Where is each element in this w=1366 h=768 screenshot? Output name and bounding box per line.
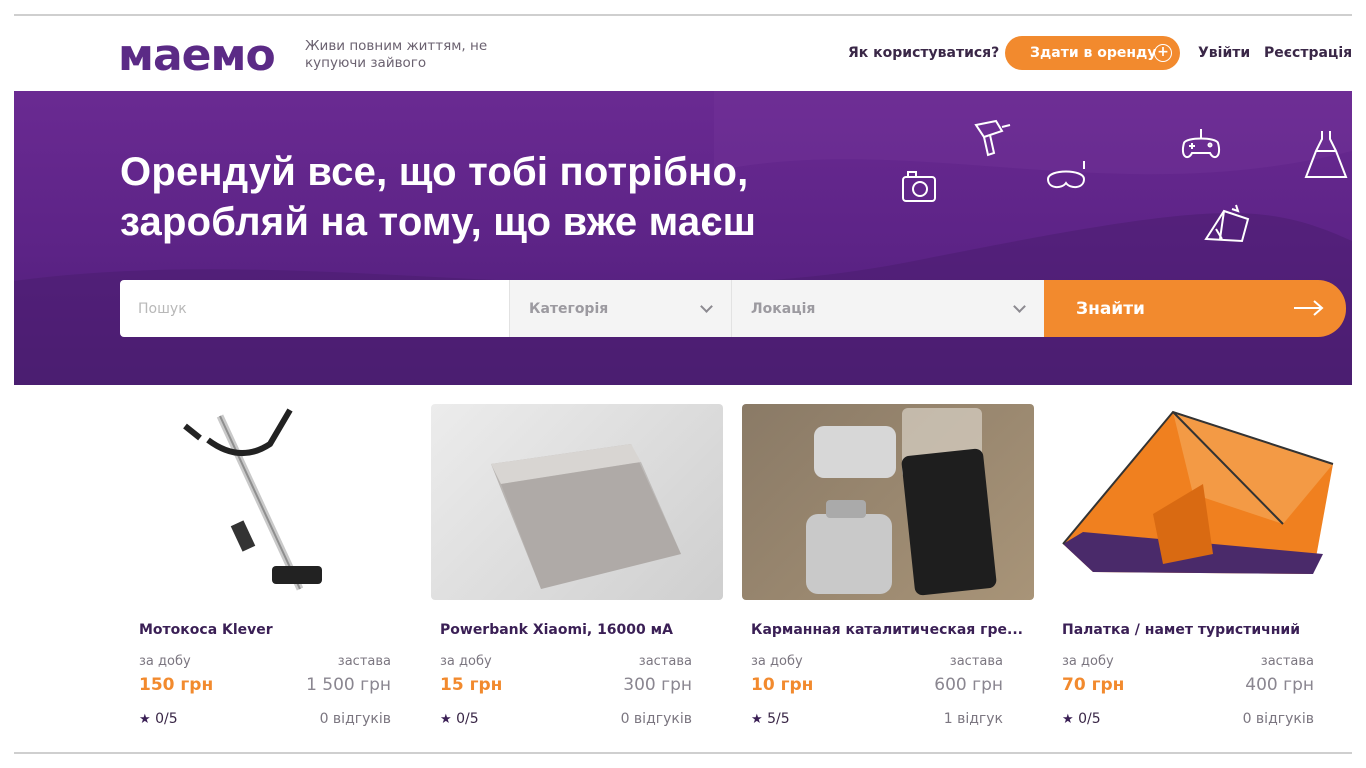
hero-title-line-2: заробляй на тому, що вже маєш (120, 200, 757, 244)
product-title[interactable]: Мотокоса Klever (139, 622, 273, 638)
location-select[interactable]: Локація (731, 280, 1044, 337)
rating: ★ 0/5 (139, 711, 178, 727)
product-card[interactable]: Powerbank Xiaomi, 16000 мА за добу заста… (431, 404, 723, 744)
category-select[interactable]: Категорія (509, 280, 731, 337)
bottom-divider (14, 752, 1352, 754)
product-image[interactable] (431, 404, 723, 600)
plus-icon: + (1154, 44, 1172, 62)
deposit-label: застава (638, 654, 692, 669)
star-icon: ★ (751, 712, 763, 727)
camera-icon (902, 171, 936, 202)
rating: ★ 0/5 (440, 711, 479, 727)
logo[interactable]: маемо (118, 34, 276, 78)
how-to-link[interactable]: Як користуватися? (848, 45, 999, 61)
chevron-down-icon (700, 300, 713, 313)
reviews-count[interactable]: 0 відгуків (621, 711, 692, 727)
rating-value: 0/5 (456, 711, 479, 727)
deposit-label: застава (337, 654, 391, 669)
rating-value: 5/5 (767, 711, 790, 727)
deposit-label: застава (1260, 654, 1314, 669)
star-icon: ★ (440, 712, 452, 727)
chevron-down-icon (1013, 300, 1026, 313)
star-icon: ★ (1062, 712, 1074, 727)
product-image[interactable] (742, 404, 1034, 600)
product-card[interactable]: Карманная каталитическая гре... за добу … (742, 404, 1034, 744)
deposit-value: 300 грн (623, 675, 692, 695)
tent-icon (1204, 204, 1250, 243)
arrow-right-icon (1294, 300, 1324, 316)
product-image[interactable] (130, 404, 422, 600)
price: 15 грн (440, 675, 503, 695)
search-button[interactable]: Знайти (1044, 280, 1346, 337)
rating: ★ 0/5 (1062, 711, 1101, 727)
per-day-label: за добу (440, 654, 492, 669)
hero-title-line-1: Орендуй все, що тобі потрібно, (120, 150, 749, 194)
reviews-count[interactable]: 1 відгук (944, 711, 1003, 727)
gamepad-icon (1182, 129, 1220, 159)
rating: ★ 5/5 (751, 711, 790, 727)
rating-value: 0/5 (1078, 711, 1101, 727)
location-label: Локація (751, 300, 816, 317)
reviews-count[interactable]: 0 відгуків (1243, 711, 1314, 727)
deposit-value: 600 грн (934, 675, 1003, 695)
search-button-label: Знайти (1076, 298, 1145, 319)
hero-banner: Орендуй все, що тобі потрібно, заробляй … (14, 91, 1352, 385)
per-day-label: за добу (139, 654, 191, 669)
product-image[interactable] (1053, 404, 1345, 600)
product-title[interactable]: Палатка / намет туристичний (1062, 622, 1300, 638)
register-link[interactable]: Реєстрація (1264, 45, 1352, 61)
rent-out-label: Здати в оренду (1030, 45, 1157, 61)
search-bar: Пошук Категорія Локація Знайти (120, 280, 1346, 337)
star-icon: ★ (139, 712, 151, 727)
product-title[interactable]: Карманная каталитическая гре... (751, 622, 1023, 638)
diving-mask-icon (1046, 161, 1086, 189)
reviews-count[interactable]: 0 відгуків (320, 711, 391, 727)
drill-icon (974, 119, 1011, 157)
deposit-value: 400 грн (1245, 675, 1314, 695)
category-label: Категорія (529, 300, 609, 317)
price: 70 грн (1062, 675, 1125, 695)
product-title[interactable]: Powerbank Xiaomi, 16000 мА (440, 622, 673, 638)
per-day-label: за добу (751, 654, 803, 669)
page: маемо Живи повним життям, не купуючи зай… (0, 0, 1366, 768)
product-card[interactable]: Палатка / намет туристичний за добу заст… (1053, 404, 1345, 744)
price: 10 грн (751, 675, 814, 695)
deposit-label: застава (949, 654, 1003, 669)
header: маемо Живи повним життям, не купуючи зай… (0, 16, 1366, 91)
rent-out-button[interactable]: Здати в оренду + (1005, 36, 1180, 70)
product-card[interactable]: Мотокоса Klever за добу застава 150 грн … (130, 404, 422, 744)
search-input[interactable]: Пошук (120, 280, 509, 337)
price: 150 грн (139, 675, 214, 695)
dress-icon (1304, 131, 1348, 178)
per-day-label: за добу (1062, 654, 1114, 669)
login-link[interactable]: Увійти (1198, 45, 1250, 61)
rating-value: 0/5 (155, 711, 178, 727)
hero-title: Орендуй все, що тобі потрібно, заробляй … (120, 147, 756, 247)
tagline: Живи повним життям, не купуючи зайвого (305, 38, 488, 71)
search-placeholder: Пошук (138, 300, 187, 317)
deposit-value: 1 500 грн (306, 675, 391, 695)
